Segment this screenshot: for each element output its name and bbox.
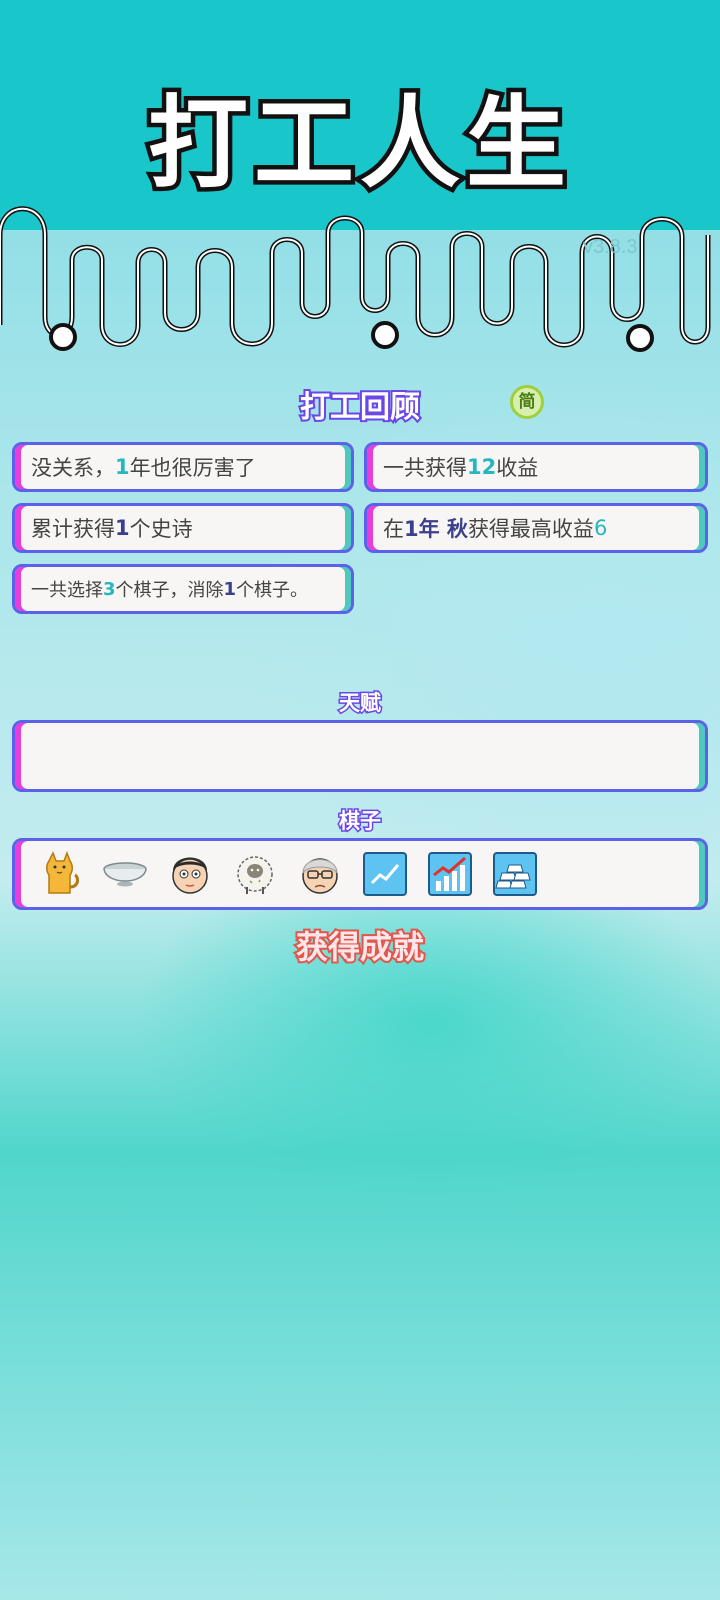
pieces-row (29, 851, 538, 897)
card-highlight: 1 (223, 578, 237, 600)
old-man-icon[interactable] (297, 851, 343, 897)
card-highlight: 6 (593, 516, 608, 540)
card-highlight: 1 (115, 516, 130, 540)
card-highlight: 1 (115, 455, 130, 479)
review-card-total-income: 一共获得 12 收益 (364, 442, 708, 492)
card-text: 收益 (496, 456, 539, 480)
card-text: 一共获得 (383, 456, 467, 480)
review-card-pieces: 一共选择 3 个棋子，消除 1 个棋子。 (12, 564, 354, 614)
bowl-icon[interactable] (102, 851, 148, 897)
drip-decoration (0, 206, 711, 352)
trend-up-icon[interactable] (362, 851, 408, 897)
card-text: 在 (383, 517, 404, 541)
version-label: v3.8.3 (583, 236, 638, 258)
growth-chart-icon[interactable] (427, 851, 473, 897)
review-card-best-income: 在 1年 秋 获得最高收益 6 (364, 503, 708, 553)
card-highlight: 1年 秋 (404, 517, 468, 541)
talent-title: 天赋 (338, 690, 383, 717)
card-text: 个棋子。 (236, 580, 309, 601)
pieces-panel (12, 838, 708, 910)
simplified-toggle-button[interactable]: 简 (510, 385, 544, 419)
face-icon[interactable] (167, 851, 213, 897)
card-text: 获得最高收益 (467, 517, 594, 541)
talent-panel (12, 720, 708, 792)
sheep-icon[interactable] (232, 851, 278, 897)
cat-icon[interactable] (37, 851, 83, 897)
card-text: 个棋子，消除 (115, 580, 224, 601)
card-text: 累计获得 (31, 517, 115, 541)
app-title: 打工人生 (144, 81, 572, 207)
pieces-title: 棋子 (338, 808, 383, 835)
card-text: 个史诗 (129, 517, 193, 541)
card-highlight: 3 (103, 578, 116, 600)
achievements-title: 获得成就 (294, 926, 426, 968)
card-text: 年也很厉害了 (129, 456, 256, 480)
review-card-years: 没关系， 1 年也很厉害了 (12, 442, 354, 492)
gold-bars-icon[interactable] (492, 851, 538, 897)
card-text: 一共选择 (31, 580, 103, 601)
review-title: 打工回顾 (298, 388, 422, 427)
review-card-epic: 累计获得 1 个史诗 (12, 503, 354, 553)
card-highlight: 12 (467, 455, 497, 479)
card-text: 没关系， (31, 456, 115, 480)
